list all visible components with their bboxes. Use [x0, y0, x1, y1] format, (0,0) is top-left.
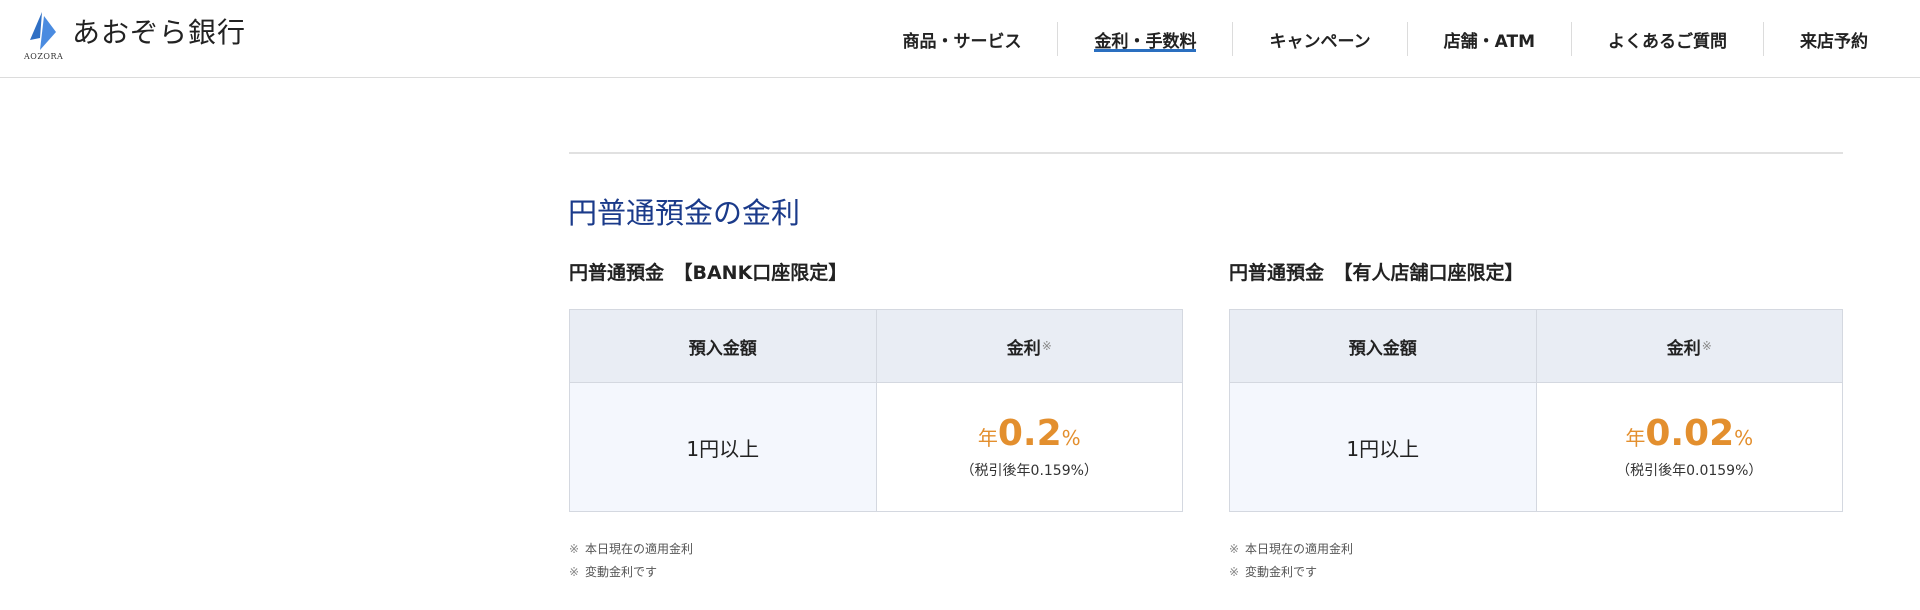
after-tax-rate: （税引後年0.159%） [960, 463, 1098, 479]
rate-table: 預入金額 金利※ 1円以上 年0.2% （税引後年0.159%） [569, 309, 1183, 512]
note-mark: ※ [1229, 542, 1240, 556]
logo-text: あおぞら銀行 [72, 16, 247, 49]
note-mark: ※ [569, 542, 580, 556]
section-divider [569, 152, 1843, 154]
nav-item-visit-reservation[interactable]: 来店予約 [1764, 0, 1920, 78]
table-row: 1円以上 年0.02% （税引後年0.0159%） [1229, 382, 1843, 512]
rate-table: 預入金額 金利※ 1円以上 年0.02% （税引後年0.0159%） [1229, 309, 1843, 512]
interest-rate: 年0.02% [1538, 414, 1842, 460]
nav-item-label: キャンペーン [1269, 31, 1371, 52]
rate-block-title: 円普通預金 【有人店舗口座限定】 [1229, 262, 1524, 284]
column-header-rate: 金利※ [875, 309, 1183, 383]
deposit-amount-cell: 1円以上 [1229, 382, 1537, 512]
global-nav: 商品・サービス 金利・手数料 キャンペーン 店舗・ATM よくあるご質問 来店予… [866, 0, 1920, 78]
footnote-mark: ※ [1041, 338, 1052, 353]
note-mark: ※ [569, 565, 580, 579]
after-tax-rate: （税引後年0.0159%） [1616, 463, 1763, 479]
nav-item-branch-atm[interactable]: 店舗・ATM [1408, 0, 1571, 78]
rate-unit: % [1061, 426, 1081, 450]
column-header-rate: 金利※ [1535, 309, 1843, 383]
rate-unit: % [1734, 426, 1754, 450]
table-row: 1円以上 年0.2% （税引後年0.159%） [569, 382, 1183, 512]
deposit-amount: 1円以上 [1346, 436, 1420, 461]
note-mark: ※ [1229, 565, 1240, 579]
rate-prefix: 年 [1625, 426, 1646, 450]
table-header-row: 預入金額 金利※ [569, 309, 1183, 383]
note-text: 変動金利です [585, 565, 658, 579]
logo-subtext: AOZORA [24, 52, 64, 61]
aozora-logo-icon [30, 12, 56, 50]
nav-item-label: よくあるご質問 [1608, 31, 1727, 52]
interest-rate-cell: 年0.02% （税引後年0.0159%） [1535, 382, 1843, 512]
rate-value: 0.02 [1645, 413, 1735, 454]
interest-rate-cell: 年0.2% （税引後年0.159%） [875, 382, 1183, 512]
nav-item-campaign[interactable]: キャンペーン [1233, 0, 1406, 78]
aozora-logo-link[interactable]: AOZORA あおぞら銀行 [20, 10, 250, 64]
rate-block-bank-account: 円普通預金 【BANK口座限定】 預入金額 金利※ 1円以上 年0.2% （税引… [569, 260, 1183, 579]
deposit-amount: 1円以上 [686, 436, 760, 461]
page-section-title: 円普通預金の金利 [568, 196, 801, 230]
site-header: AOZORA あおぞら銀行 商品・サービス 金利・手数料 キャンペーン 店舗・A… [0, 0, 1920, 78]
nav-item-products[interactable]: 商品・サービス [866, 0, 1057, 78]
column-header-amount: 預入金額 [1229, 309, 1537, 383]
rate-prefix: 年 [977, 426, 998, 450]
note-item: ※ 変動金利です [569, 561, 693, 584]
table-header-row: 預入金額 金利※ [1229, 309, 1843, 383]
note-item: ※ 本日現在の適用金利 [569, 538, 693, 561]
nav-item-rates-fees[interactable]: 金利・手数料 [1058, 0, 1232, 78]
note-item: ※ 本日現在の適用金利 [1229, 538, 1353, 561]
rate-notes: ※ 本日現在の適用金利 ※ 変動金利です [1229, 538, 1353, 584]
nav-item-label: 来店予約 [1800, 31, 1868, 52]
deposit-amount-cell: 1円以上 [569, 382, 877, 512]
column-header-label: 預入金額 [688, 338, 757, 359]
column-header-label: 預入金額 [1348, 338, 1417, 359]
interest-rate: 年0.2% [878, 414, 1182, 460]
note-text: 本日現在の適用金利 [1245, 542, 1354, 556]
column-header-amount: 預入金額 [569, 309, 877, 383]
nav-item-faq[interactable]: よくあるご質問 [1572, 0, 1763, 78]
column-header-label: 金利 [1666, 338, 1701, 359]
nav-item-label: 店舗・ATM [1443, 31, 1535, 52]
nav-item-label: 商品・サービス [902, 31, 1022, 52]
footnote-mark: ※ [1701, 338, 1712, 353]
rate-notes: ※ 本日現在の適用金利 ※ 変動金利です [569, 538, 693, 584]
rate-block-title: 円普通預金 【BANK口座限定】 [569, 262, 848, 284]
column-header-label: 金利 [1006, 338, 1041, 359]
rate-value: 0.2 [997, 413, 1062, 454]
rate-block-branch-account: 円普通預金 【有人店舗口座限定】 預入金額 金利※ 1円以上 年0.02% （税… [1229, 260, 1843, 579]
note-text: 本日現在の適用金利 [585, 542, 694, 556]
note-text: 変動金利です [1245, 565, 1318, 579]
note-item: ※ 変動金利です [1229, 561, 1353, 584]
active-nav-underline [1094, 49, 1197, 52]
nav-item-label: 金利・手数料 [1094, 31, 1197, 52]
